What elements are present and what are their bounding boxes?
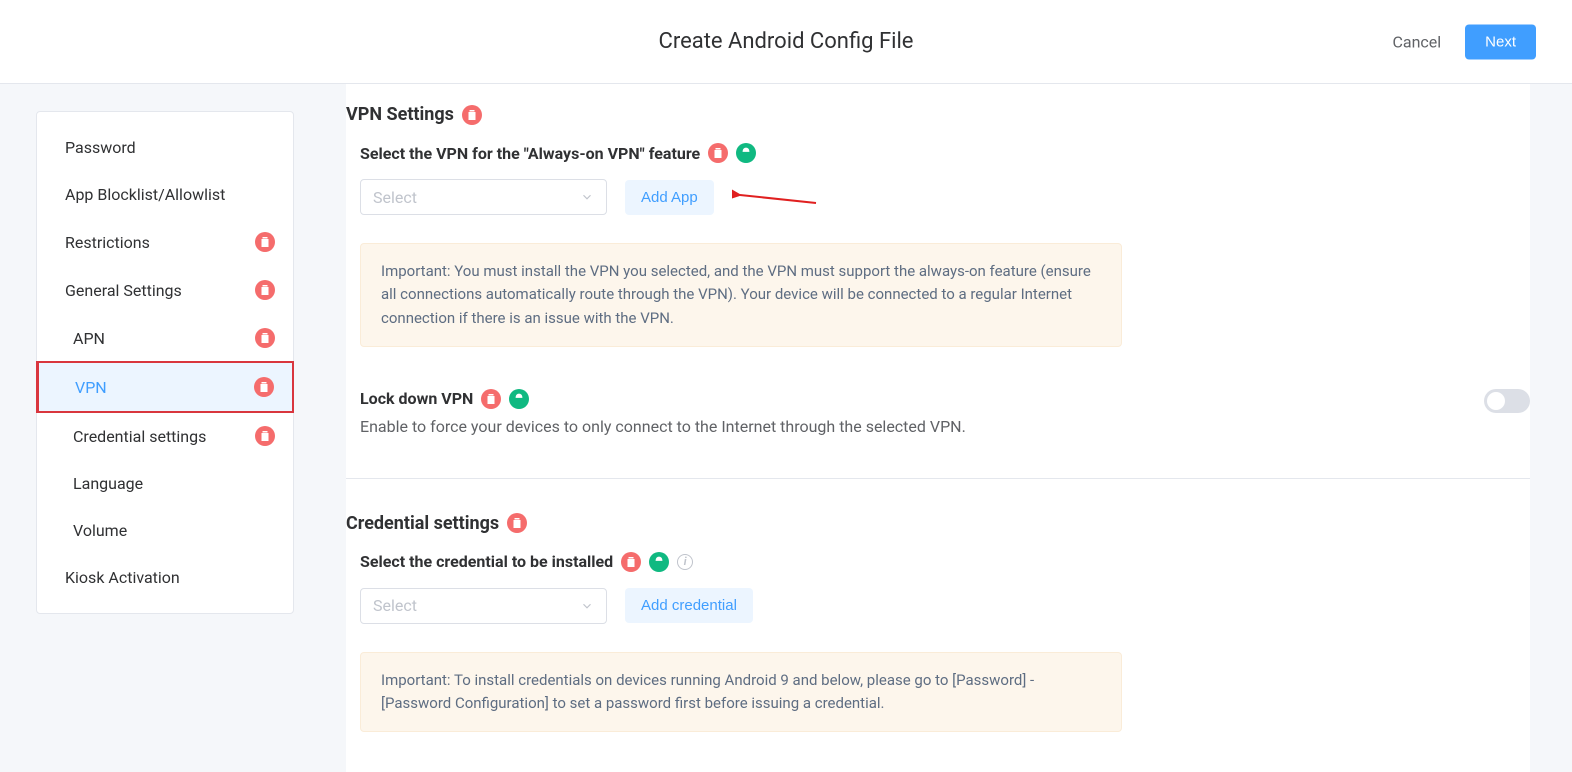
sidebar-item-label: Credential settings bbox=[73, 427, 206, 446]
sidebar-item-credential-settings[interactable]: Credential settings bbox=[37, 412, 293, 460]
lockdown-row: Lock down VPN Enable to force your devic… bbox=[346, 389, 1530, 436]
lockdown-toggle[interactable] bbox=[1484, 389, 1530, 413]
supervise-icon bbox=[481, 389, 501, 409]
add-app-button[interactable]: Add App bbox=[625, 180, 714, 215]
supervise-icon bbox=[255, 426, 275, 446]
credential-section-title: Credential settings bbox=[346, 513, 1530, 534]
supervise-icon bbox=[507, 513, 527, 533]
main-panel: VPN Settings Select the VPN for the "Alw… bbox=[346, 84, 1530, 772]
lockdown-desc: Enable to force your devices to only con… bbox=[360, 417, 966, 436]
lockdown-text: Lock down VPN Enable to force your devic… bbox=[360, 389, 966, 436]
add-credential-button[interactable]: Add credential bbox=[625, 588, 753, 623]
supervise-icon bbox=[462, 105, 482, 125]
section-divider bbox=[346, 478, 1530, 479]
sidebar-card: Password App Blocklist/Allowlist Restricti… bbox=[36, 111, 294, 614]
sidebar-item-label: Volume bbox=[73, 521, 127, 540]
credential-block: Select the credential to be installed i … bbox=[346, 552, 1530, 733]
sidebar-item-vpn[interactable]: VPN bbox=[36, 361, 294, 413]
sidebar-item-label: Restrictions bbox=[65, 233, 150, 252]
credential-select[interactable]: Select bbox=[360, 588, 607, 624]
credential-select-placeholder: Select bbox=[373, 596, 417, 615]
supervise-icon bbox=[255, 280, 275, 300]
sidebar-item-language[interactable]: Language bbox=[37, 460, 293, 507]
sidebar-item-label: Kiosk Activation bbox=[65, 568, 180, 587]
body: Password App Blocklist/Allowlist Restricti… bbox=[0, 84, 1572, 772]
page-title: Create Android Config File bbox=[659, 29, 914, 54]
vpn-select-block: Select the VPN for the "Always-on VPN" f… bbox=[346, 143, 1530, 347]
chevron-down-icon bbox=[580, 190, 594, 204]
credential-select-label-text: Select the credential to be installed bbox=[360, 552, 613, 571]
credential-controls-row: Select Add credential bbox=[360, 588, 1530, 624]
android-icon bbox=[509, 389, 529, 409]
vpn-select-label-text: Select the VPN for the "Always-on VPN" f… bbox=[360, 144, 700, 163]
vpn-select-placeholder: Select bbox=[373, 188, 417, 207]
cancel-button[interactable]: Cancel bbox=[1392, 32, 1441, 51]
sidebar-item-restrictions[interactable]: Restrictions bbox=[37, 218, 293, 266]
lockdown-title: Lock down VPN bbox=[360, 389, 966, 409]
sidebar-item-volume[interactable]: Volume bbox=[37, 507, 293, 554]
supervise-icon bbox=[708, 143, 728, 163]
sidebar-item-app-blocklist-allowlist[interactable]: App Blocklist/Allowlist bbox=[37, 171, 293, 218]
page-header: Create Android Config File Cancel Next bbox=[0, 0, 1572, 84]
vpn-select-label: Select the VPN for the "Always-on VPN" f… bbox=[360, 143, 1530, 163]
next-button[interactable]: Next bbox=[1465, 24, 1536, 59]
header-actions: Cancel Next bbox=[1392, 24, 1536, 59]
annotation-arrow bbox=[732, 185, 822, 209]
chevron-down-icon bbox=[580, 599, 594, 613]
sidebar: Password App Blocklist/Allowlist Restricti… bbox=[0, 84, 294, 772]
credential-select-label: Select the credential to be installed i bbox=[360, 552, 1530, 572]
vpn-section-title-text: VPN Settings bbox=[346, 104, 454, 125]
credential-important-alert: Important: To install credentials on dev… bbox=[360, 652, 1122, 733]
sidebar-item-label: Password bbox=[65, 138, 136, 157]
sidebar-item-label: APN bbox=[73, 329, 105, 348]
vpn-controls-row: Select Add App bbox=[360, 179, 1530, 215]
vpn-section-title: VPN Settings bbox=[346, 104, 1530, 125]
info-icon[interactable]: i bbox=[677, 554, 693, 570]
supervise-icon bbox=[254, 377, 274, 397]
supervise-icon bbox=[255, 328, 275, 348]
sidebar-item-apn[interactable]: APN bbox=[37, 314, 293, 362]
sidebar-item-general-settings[interactable]: General Settings bbox=[37, 266, 293, 314]
android-icon bbox=[649, 552, 669, 572]
credential-section-title-text: Credential settings bbox=[346, 513, 499, 534]
sidebar-item-kiosk-activation[interactable]: Kiosk Activation bbox=[37, 554, 293, 601]
sidebar-item-label: General Settings bbox=[65, 281, 182, 300]
android-icon bbox=[736, 143, 756, 163]
supervise-icon bbox=[255, 232, 275, 252]
sidebar-item-label: VPN bbox=[75, 378, 107, 397]
sidebar-item-password[interactable]: Password bbox=[37, 124, 293, 171]
vpn-select[interactable]: Select bbox=[360, 179, 607, 215]
sidebar-item-label: Language bbox=[73, 474, 143, 493]
lockdown-title-text: Lock down VPN bbox=[360, 389, 473, 408]
supervise-icon bbox=[621, 552, 641, 572]
sidebar-item-label: App Blocklist/Allowlist bbox=[65, 185, 225, 204]
vpn-important-alert: Important: You must install the VPN you … bbox=[360, 243, 1122, 347]
